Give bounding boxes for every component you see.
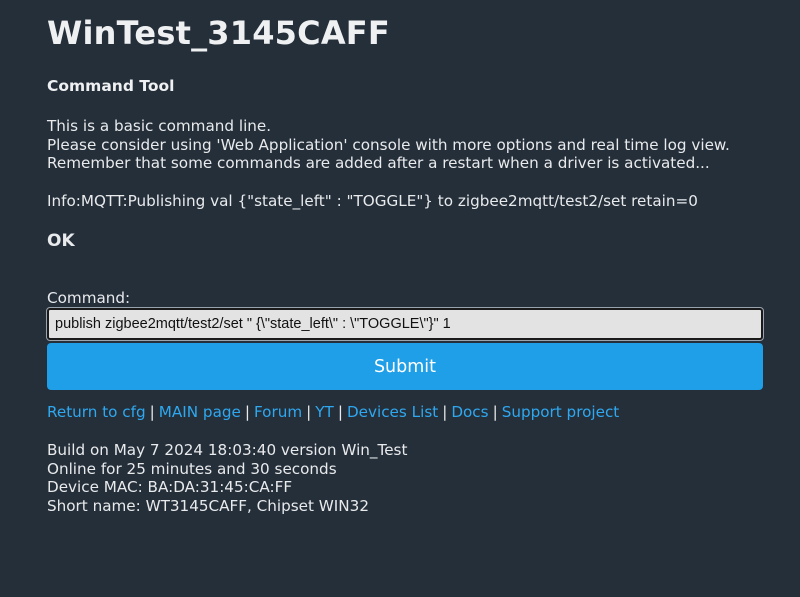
result-status: OK bbox=[47, 231, 75, 251]
link-yt[interactable]: YT bbox=[315, 403, 334, 421]
link-separator: | bbox=[492, 403, 498, 421]
uptime-info: Online for 25 minutes and 30 seconds bbox=[47, 459, 337, 478]
link-support-project[interactable]: Support project bbox=[502, 403, 620, 421]
link-forum[interactable]: Forum bbox=[254, 403, 302, 421]
link-separator: | bbox=[149, 403, 155, 421]
link-separator: | bbox=[306, 403, 312, 421]
page-title: WinTest_3145CAFF bbox=[47, 14, 390, 52]
intro-line: Remember that some commands are added af… bbox=[47, 154, 710, 172]
link-separator: | bbox=[244, 403, 250, 421]
build-info: Build on May 7 2024 18:03:40 version Win… bbox=[47, 441, 408, 459]
intro-line: Please consider using 'Web Application' … bbox=[47, 135, 730, 154]
command-label: Command: bbox=[47, 289, 131, 307]
intro-line: This is a basic command line. bbox=[47, 117, 272, 135]
link-return-to-cfg[interactable]: Return to cfg bbox=[47, 403, 146, 421]
short-name-info: Short name: WT3145CAFF, Chipset WIN32 bbox=[47, 496, 369, 515]
footer-links: Return to cfg | MAIN page | Forum | YT | Devices… bbox=[47, 403, 619, 421]
link-docs[interactable]: Docs bbox=[451, 403, 488, 421]
link-separator: | bbox=[442, 403, 448, 421]
command-input[interactable] bbox=[46, 307, 764, 341]
page-subtitle: Command Tool bbox=[47, 77, 175, 95]
link-devices-list[interactable]: Devices List bbox=[347, 403, 438, 421]
log-message: Info:MQTT:Publishing val {"state_left" :… bbox=[47, 192, 698, 210]
link-separator: | bbox=[337, 403, 343, 421]
device-info: Build on May 7 2024 18:03:40 version Win… bbox=[47, 441, 407, 515]
submit-button[interactable]: Submit bbox=[47, 343, 763, 390]
intro-text: This is a basic command line. Please con… bbox=[47, 117, 730, 173]
mac-info: Device MAC: BA:DA:31:45:CA:FF bbox=[47, 478, 293, 496]
link-main-page[interactable]: MAIN page bbox=[159, 403, 241, 421]
